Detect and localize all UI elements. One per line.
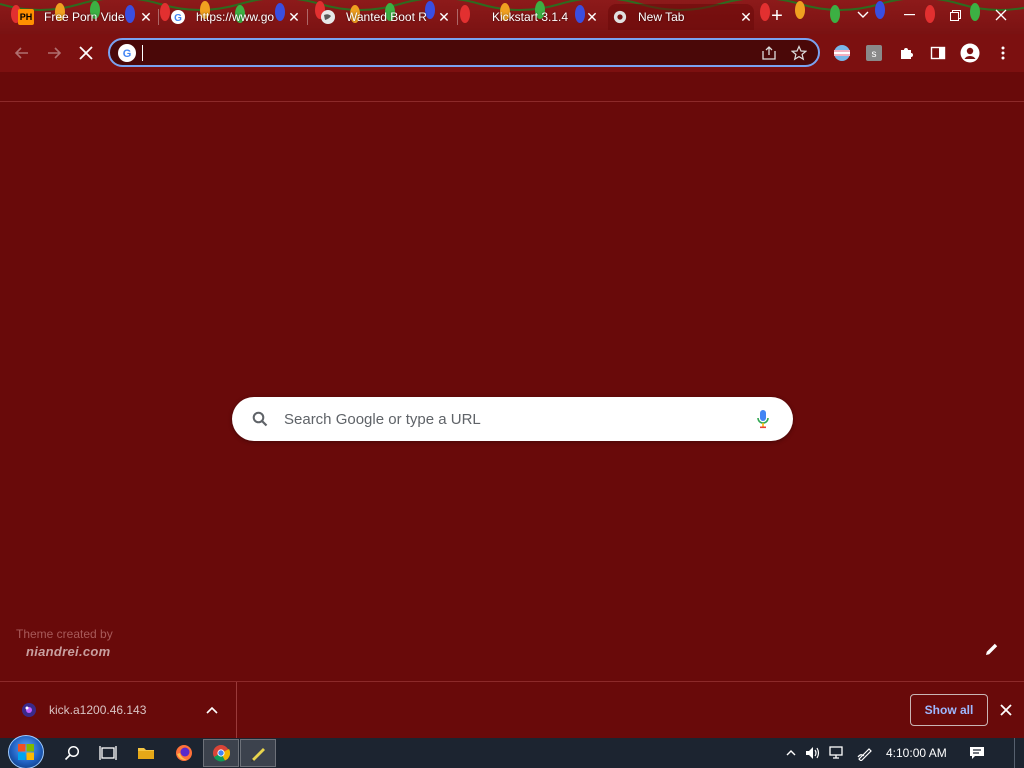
- google-favicon-icon: G: [170, 9, 186, 25]
- search-icon: [250, 409, 270, 429]
- tab-kickstart[interactable]: Kickstart 3.1.4 ✕: [464, 4, 600, 30]
- pen-workspace-icon[interactable]: [856, 744, 874, 762]
- address-bar[interactable]: G: [108, 38, 820, 67]
- system-clock[interactable]: 4:10:00 AM: [886, 746, 947, 760]
- chrome-menu-kebab-icon[interactable]: [992, 42, 1014, 64]
- windows-taskbar: 4:10:00 AM: [0, 735, 1024, 768]
- extension-s-icon[interactable]: s: [863, 42, 885, 64]
- tab-strip: PH Free Porn Vide ✕ G https://www.go ✕ W…: [0, 0, 1024, 34]
- search-icon[interactable]: [54, 739, 90, 767]
- svg-text:G: G: [123, 48, 132, 60]
- google-g-icon: G: [118, 43, 136, 62]
- action-center-icon[interactable]: [966, 743, 988, 763]
- extensions-puzzle-icon[interactable]: [895, 42, 917, 64]
- blank-favicon-icon: [468, 9, 478, 25]
- tab-title: Free Porn Vide: [44, 10, 125, 24]
- forward-arrow-icon[interactable]: [42, 41, 66, 65]
- search-placeholder[interactable]: Search Google or type a URL: [284, 411, 753, 428]
- close-icon[interactable]: ✕: [738, 9, 754, 25]
- task-view-icon[interactable]: [90, 739, 126, 767]
- chevron-up-icon[interactable]: [204, 702, 220, 718]
- extension-flag-icon[interactable]: [831, 42, 853, 64]
- show-desktop-button[interactable]: [1014, 738, 1024, 768]
- close-icon[interactable]: ✕: [286, 9, 302, 25]
- pen-app-icon[interactable]: [240, 739, 276, 767]
- tab-google-url[interactable]: G https://www.go ✕: [166, 4, 302, 30]
- tray-expand-chevron-icon[interactable]: [782, 744, 800, 762]
- ntp-search-box[interactable]: Search Google or type a URL: [232, 397, 793, 441]
- close-icon[interactable]: ✕: [138, 9, 154, 25]
- tab-free-porn-video[interactable]: PH Free Porn Vide ✕: [14, 4, 154, 30]
- share-icon[interactable]: [758, 42, 780, 64]
- browser-toolbar: G s: [0, 34, 1024, 72]
- profile-avatar-icon[interactable]: [959, 42, 981, 64]
- chrome-favicon-icon: [612, 9, 628, 25]
- chrome-taskbar-icon[interactable]: [203, 739, 239, 767]
- volume-icon[interactable]: [804, 744, 822, 762]
- theme-credit-label: Theme created by: [16, 627, 113, 641]
- windows-start-icon[interactable]: [8, 735, 44, 768]
- download-file-icon: [20, 701, 38, 719]
- close-window-icon[interactable]: [978, 0, 1024, 30]
- tab-title: Kickstart 3.1.4: [492, 10, 569, 24]
- theme-credit-link[interactable]: niandrei.com: [26, 644, 113, 659]
- svg-text:s: s: [872, 49, 877, 60]
- firefox-icon[interactable]: [166, 739, 202, 767]
- download-item[interactable]: kick.a1200.46.143: [0, 682, 237, 738]
- pornhub-favicon-icon: PH: [18, 9, 34, 25]
- microphone-icon[interactable]: [753, 407, 773, 431]
- minimize-icon[interactable]: [886, 0, 932, 30]
- tab-separator: [307, 9, 308, 25]
- address-input[interactable]: [143, 40, 758, 65]
- tab-title: https://www.go: [196, 10, 275, 24]
- theme-attribution: Theme created by niandrei.com: [16, 627, 113, 659]
- bookmark-star-icon[interactable]: [788, 42, 810, 64]
- customize-pencil-icon[interactable]: [982, 639, 1002, 659]
- tab-new-tab[interactable]: New Tab ✕: [608, 4, 754, 30]
- tab-title: New Tab: [638, 10, 685, 24]
- tab-separator: [158, 9, 159, 25]
- close-icon[interactable]: [996, 700, 1016, 720]
- new-tab-plus-icon[interactable]: +: [766, 6, 788, 28]
- globe-favicon-icon: [320, 9, 336, 25]
- svg-text:G: G: [174, 13, 182, 24]
- close-icon[interactable]: ✕: [584, 9, 600, 25]
- close-icon[interactable]: ✕: [436, 9, 452, 25]
- network-icon[interactable]: [828, 744, 846, 762]
- side-panel-icon[interactable]: [927, 42, 949, 64]
- tab-separator: [457, 9, 458, 25]
- show-all-button[interactable]: Show all: [910, 694, 988, 726]
- download-filename: kick.a1200.46.143: [49, 703, 147, 717]
- tab-title: Wanted Boot R: [346, 10, 427, 24]
- tab-wanted-boot[interactable]: Wanted Boot R ✕: [316, 4, 452, 30]
- back-arrow-icon[interactable]: [10, 41, 34, 65]
- restore-icon[interactable]: [932, 0, 978, 30]
- tab-search-chevron-icon[interactable]: [840, 0, 886, 30]
- file-explorer-icon[interactable]: [128, 739, 164, 767]
- bookmarks-divider: [0, 101, 1024, 102]
- download-shelf: kick.a1200.46.143 Show all: [0, 681, 1024, 738]
- stop-loading-icon[interactable]: [74, 41, 98, 65]
